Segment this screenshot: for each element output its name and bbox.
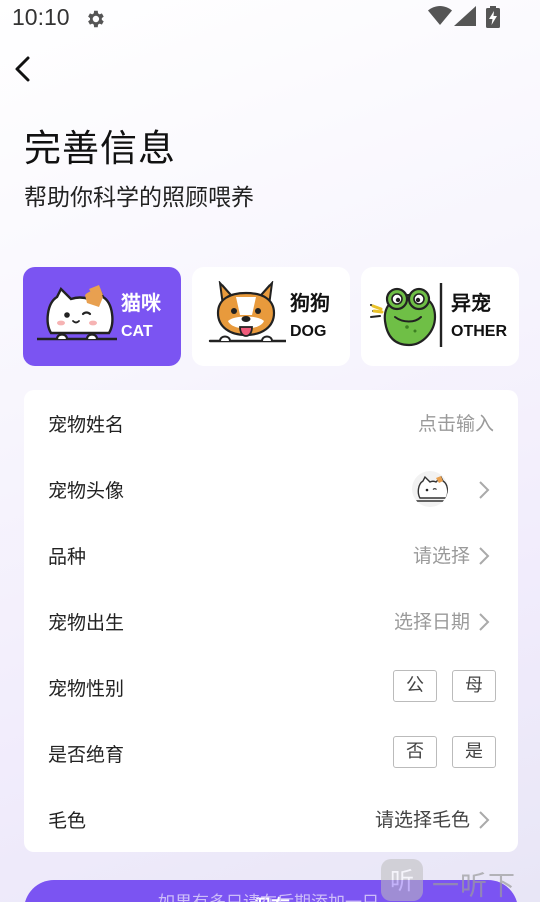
cellular-signal-icon — [454, 6, 476, 26]
breed-select[interactable]: 请选择 — [413, 541, 470, 568]
chevron-left-icon — [15, 56, 30, 82]
pet-name-input[interactable]: 点击输入 — [418, 409, 494, 436]
watermark-logo-icon: 听 — [381, 859, 423, 901]
page-subtitle: 帮助你科学的照顾喂养 — [24, 185, 254, 211]
gender-label: 宠物性别 — [48, 678, 125, 700]
pet-type-other-card[interactable]: 异宠 OTHER — [361, 267, 519, 366]
chevron-right-icon — [479, 481, 490, 499]
pet-avatar-label: 宠物头像 — [48, 480, 125, 502]
breed-row[interactable]: 品种 请选择 — [24, 522, 518, 588]
cat-illustration-icon — [37, 285, 117, 341]
pet-type-en-label: DOG — [290, 323, 327, 340]
gender-female-option[interactable]: 母 — [452, 670, 496, 702]
submit-hint-text: 如果有多只请在后期添加一只 — [158, 888, 379, 902]
breed-label: 品种 — [48, 546, 87, 568]
pet-name-label: 宠物姓名 — [48, 414, 125, 436]
status-bar: 10:10 — [0, 0, 540, 36]
gender-male-option[interactable]: 公 — [393, 670, 437, 702]
chevron-right-icon — [479, 613, 490, 631]
frog-illustration-icon — [370, 283, 443, 347]
status-time: 10:10 — [12, 4, 70, 30]
chevron-right-icon — [479, 811, 490, 829]
chevron-right-icon — [479, 547, 490, 565]
gender-row: 宠物性别 公 母 — [24, 654, 518, 720]
back-button[interactable] — [8, 52, 42, 86]
pet-type-cn-label: 狗狗 — [290, 291, 330, 315]
battery-charging-icon — [486, 6, 500, 28]
birth-date-select[interactable]: 选择日期 — [394, 607, 470, 634]
neutered-row: 是否绝育 否 是 — [24, 720, 518, 786]
pet-type-en-label: OTHER — [451, 323, 507, 340]
pet-name-row[interactable]: 宠物姓名 点击输入 — [24, 390, 518, 456]
fur-color-label: 毛色 — [48, 810, 87, 832]
neutered-label: 是否绝育 — [48, 744, 125, 766]
wifi-icon — [428, 6, 452, 25]
birth-date-row[interactable]: 宠物出生 选择日期 — [24, 588, 518, 654]
pet-type-cn-label: 异宠 — [451, 291, 491, 315]
pet-type-cat-card[interactable]: 猫咪 CAT — [23, 267, 181, 366]
cat-avatar-icon — [416, 475, 448, 502]
fur-color-row[interactable]: 毛色 请选择毛色 — [24, 786, 518, 852]
dog-illustration-icon — [208, 281, 286, 343]
pet-type-en-label: CAT — [121, 323, 153, 340]
pet-info-form: 宠物姓名 点击输入 宠物头像 品种 请选择 宠物出生 选择日期 宠物性别 公 母… — [24, 390, 518, 852]
settings-gear-icon — [88, 10, 104, 28]
page-title: 完善信息 — [24, 127, 176, 170]
neutered-no-option[interactable]: 否 — [393, 736, 437, 768]
avatar[interactable] — [412, 471, 448, 507]
pet-type-dog-card[interactable]: 狗狗 DOG — [192, 267, 350, 366]
pet-type-cn-label: 猫咪 — [121, 291, 161, 315]
watermark-text: 一听下载 — [432, 871, 516, 902]
fur-color-select[interactable]: 请选择毛色 — [375, 805, 470, 832]
neutered-yes-option[interactable]: 是 — [452, 736, 496, 768]
watermark-logo-glyph: 听 — [390, 867, 414, 895]
birth-date-label: 宠物出生 — [48, 612, 125, 634]
pet-avatar-row[interactable]: 宠物头像 — [24, 456, 518, 522]
